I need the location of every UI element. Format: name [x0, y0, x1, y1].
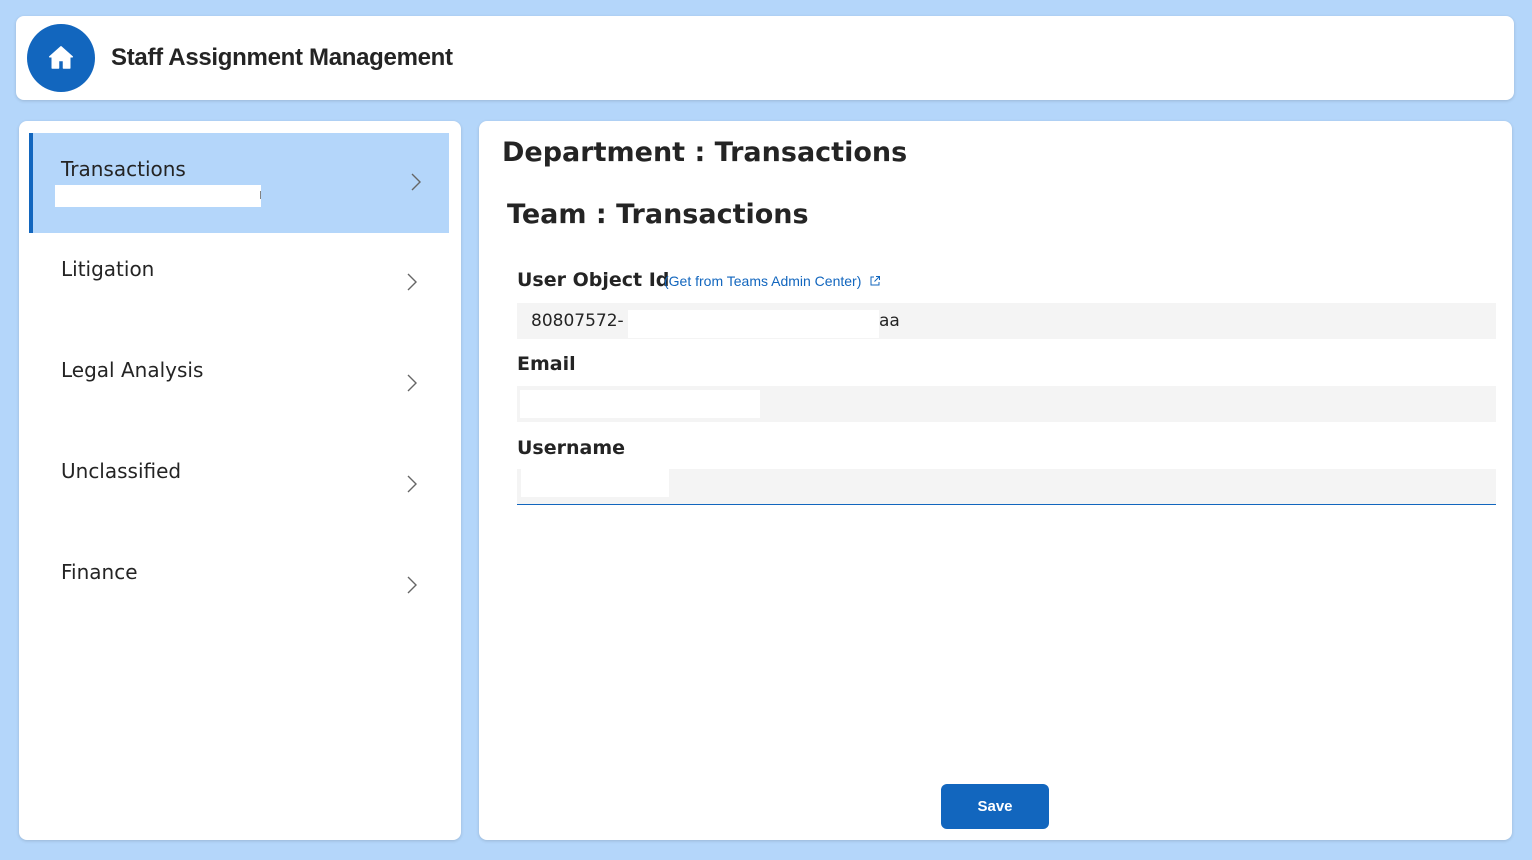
sidebar-item-finance[interactable]: Finance [29, 536, 449, 636]
department-sidebar: Transactions n Litigation n Legal Analys… [19, 121, 461, 840]
chevron-right-icon [407, 374, 417, 392]
sidebar-item-subtitle: n [55, 185, 261, 207]
sidebar-item-subtitle [61, 386, 271, 406]
app-header: Staff Assignment Management [16, 16, 1514, 100]
chevron-right-icon [407, 273, 417, 291]
user-object-id-value-prefix: 80807572- [531, 311, 624, 331]
external-link-icon [870, 276, 881, 286]
email-input[interactable] [517, 386, 1496, 422]
home-icon [49, 46, 73, 69]
sidebar-item-unclassified[interactable]: Unclassified [29, 435, 449, 535]
user-object-id-value-suffix: aa [879, 311, 900, 331]
home-button[interactable] [27, 24, 95, 92]
sidebar-item-label: Transactions [61, 157, 186, 181]
user-object-id-label: User Object Id [517, 269, 670, 291]
redaction-mask [520, 390, 760, 418]
sidebar-item-label: Finance [61, 560, 138, 584]
username-input[interactable] [517, 469, 1496, 505]
save-button[interactable]: Save [941, 784, 1049, 829]
redaction-mask [628, 310, 879, 338]
user-object-id-input[interactable]: 80807572- aa [517, 303, 1496, 339]
sidebar-item-transactions[interactable]: Transactions n [29, 133, 449, 233]
sidebar-item-subtitle [61, 588, 271, 608]
sidebar-item-litigation[interactable]: Litigation n [29, 233, 449, 333]
chevron-right-icon [407, 475, 417, 493]
chevron-right-icon [407, 576, 417, 594]
sidebar-item-label: Unclassified [61, 459, 182, 483]
department-heading: Department : Transactions [502, 137, 908, 168]
redaction-mask [521, 469, 669, 497]
sidebar-item-subtitle [61, 487, 271, 507]
sidebar-item-legal-analysis[interactable]: Legal Analysis [29, 334, 449, 434]
teams-admin-center-link[interactable]: (Get from Teams Admin Center) [664, 273, 881, 289]
team-heading: Team : Transactions [507, 199, 809, 230]
app-title: Staff Assignment Management [111, 44, 453, 71]
sidebar-item-label: Legal Analysis [61, 358, 204, 382]
sidebar-item-subtitle: n [61, 285, 271, 305]
email-label: Email [517, 353, 576, 375]
sidebar-item-subtitle-text: n [259, 187, 261, 203]
username-label: Username [517, 437, 626, 459]
teams-admin-center-link-text: (Get from Teams Admin Center) [664, 273, 862, 289]
sidebar-item-label: Litigation [61, 257, 155, 281]
assignment-form-panel: Department : Transactions Team : Transac… [479, 121, 1512, 840]
chevron-right-icon [411, 173, 421, 191]
